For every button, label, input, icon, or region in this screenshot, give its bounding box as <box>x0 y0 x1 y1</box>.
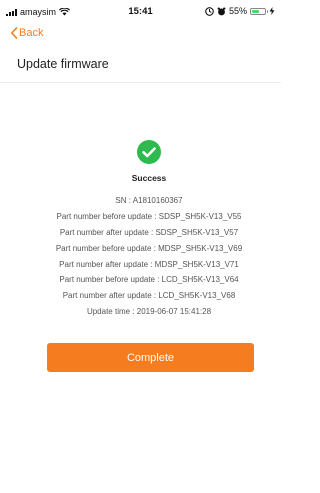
battery-cap <box>266 9 268 13</box>
success-label: Success <box>131 173 167 183</box>
back-label: Back <box>19 27 44 39</box>
charge-icon <box>269 7 275 15</box>
detail-line: Part number after update : SDSP_SH5K-V13… <box>59 227 239 237</box>
battery-percent: 55% <box>228 6 247 16</box>
checkmark-circle-icon <box>137 140 161 164</box>
chevron-left-icon <box>11 27 18 39</box>
battery-fill <box>252 9 259 13</box>
detail-line: Part number after update : LCD_SH5K-V13_… <box>62 291 236 301</box>
serial-number: SN : A1810160367 <box>115 196 183 205</box>
status-bar: amaysim 15:41 55% <box>0 0 281 22</box>
lock-icon <box>205 6 214 16</box>
detail-line: Part number before update : LCD_SH5K-V13… <box>59 275 239 285</box>
alarm-icon <box>217 6 226 15</box>
update-details: SN : A1810160367 Part number before upda… <box>0 193 298 320</box>
detail-line: Part number after update : MDSP_SH5K-V13… <box>59 259 239 269</box>
back-button[interactable]: Back <box>10 27 43 39</box>
complete-button[interactable]: Complete <box>47 343 254 372</box>
update-time: Update time : 2019-06-07 15:41:28 <box>86 307 212 317</box>
detail-line: Part number before update : MDSP_SH5K-V1… <box>55 243 243 253</box>
detail-line: Part number before update : SDSP_SH5K-V1… <box>56 211 242 221</box>
status-right: 55% <box>205 6 275 16</box>
header-divider <box>0 82 281 83</box>
page-title: Update firmware <box>17 57 109 71</box>
battery-icon <box>250 7 268 15</box>
